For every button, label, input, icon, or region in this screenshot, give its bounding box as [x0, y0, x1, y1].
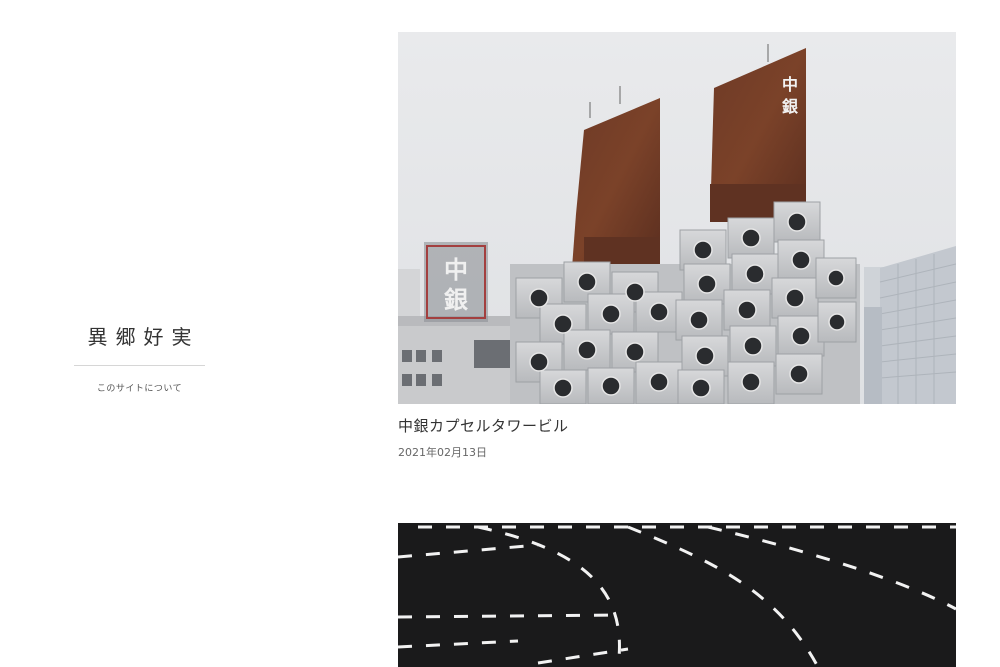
sidebar: 異郷好実 このサイトについて — [74, 320, 205, 395]
sidebar-divider — [74, 365, 205, 366]
post-thumbnail-road[interactable] — [398, 523, 956, 667]
left-sign-char2: 銀 — [444, 286, 468, 314]
about-link[interactable]: このサイトについて — [97, 381, 182, 394]
left-sign-char1: 中 — [444, 256, 468, 284]
post-card — [398, 523, 956, 667]
right-building — [864, 246, 956, 404]
right-sign-char1: 中 — [782, 75, 798, 94]
right-sign-char2: 銀 — [782, 97, 798, 116]
site-title[interactable]: 異郷好実 — [74, 320, 205, 354]
post-thumbnail-nakagin[interactable]: 中 銀 中 銀 — [398, 32, 956, 404]
post-card: 中 銀 中 銀 中銀カプセルタワービル 2021年02月13日 — [398, 32, 956, 460]
post-date: 2021年02月13日 — [398, 446, 487, 459]
post-title[interactable]: 中銀カプセルタワービル — [398, 415, 956, 436]
page: 異郷好実 このサイトについて 中 銀 中 銀 中銀カプセルタワービル 2021年… — [0, 0, 1000, 667]
